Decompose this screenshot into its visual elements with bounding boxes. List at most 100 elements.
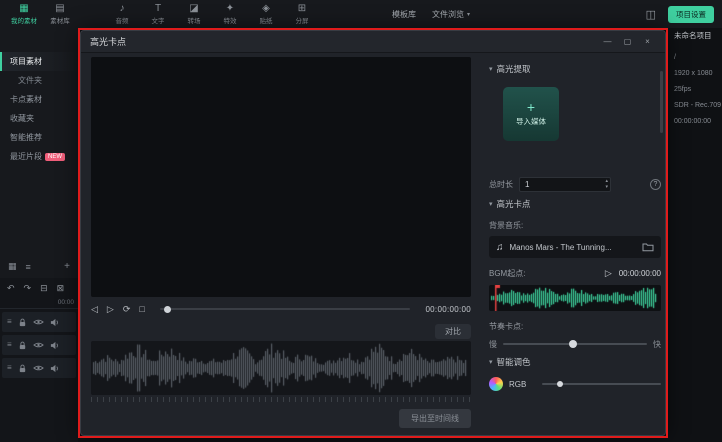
color-slider-handle[interactable]	[557, 381, 563, 387]
timeline-panel: ↶ ↷ ⊟ ⊠ 00:00 ≡ ≡ ≡	[0, 278, 78, 442]
delete-icon[interactable]: ⊠	[57, 283, 65, 294]
project-settings-button[interactable]: 项目设置	[668, 6, 714, 23]
layout-icon[interactable]: ◫	[646, 8, 656, 21]
section-highlight-extract[interactable]: ▾ 高光提取	[489, 63, 661, 75]
tab-stickers[interactable]: ◈ 贴纸	[248, 0, 284, 28]
section-highlight-beat[interactable]: ▾ 高光卡点	[489, 198, 661, 210]
color-mode-label: RGB	[509, 380, 526, 389]
top-toolbar: ▦ 我的素材 ▤ 素材库 ♪ 音频 T 文字 ◪ 转场 ✦ 特效	[0, 0, 722, 28]
playhead-slider[interactable]	[160, 308, 411, 310]
drag-handle-icon[interactable]: ≡	[7, 364, 12, 372]
duration-label: 总时长	[489, 179, 513, 190]
section-smart-color[interactable]: ▾ 智能调色	[489, 356, 661, 368]
player-timecode: 00:00:00:00	[425, 305, 471, 314]
project-framerate: 25fps	[674, 82, 722, 98]
browse-folder-icon[interactable]	[642, 242, 654, 252]
sidebar-item-smart-recommend[interactable]: 智能推荐	[0, 128, 78, 147]
duration-input[interactable]	[519, 177, 611, 192]
chevron-down-icon: ▾	[467, 11, 470, 18]
step-down-icon[interactable]: ▾	[605, 184, 608, 190]
tab-transitions[interactable]: ◪ 转场	[176, 0, 212, 28]
speaker-icon[interactable]	[50, 341, 59, 350]
topbar-right: ◫ 项目设置	[646, 0, 714, 28]
sidebar-item-recent-clips[interactable]: 最近片段 NEW	[0, 147, 78, 166]
loop-icon[interactable]: ⟳	[123, 304, 131, 315]
drag-handle-icon[interactable]: ≡	[7, 318, 12, 326]
import-media-button[interactable]: + 导入媒体	[503, 87, 559, 141]
tab-my-media[interactable]: ▦ 我的素材	[6, 0, 42, 28]
lock-icon[interactable]	[18, 318, 27, 327]
duration-row: 总时长 ▴ ▾ ?	[489, 177, 661, 192]
list-view-icon[interactable]: ≡	[26, 262, 31, 272]
play-icon[interactable]: ▷	[107, 304, 114, 315]
menu-templates[interactable]: 模板库	[392, 9, 416, 20]
bgm-start-label: BGM起点:	[489, 268, 525, 279]
timeline-toolbar: ↶ ↷ ⊟ ⊠	[0, 278, 78, 297]
library-icon: ▤	[55, 3, 64, 14]
bgm-track-row[interactable]: ♫ Manos Mars - The Tunning...	[489, 236, 661, 258]
project-colorspace: SDR - Rec.709	[674, 98, 722, 114]
playhead-handle[interactable]	[164, 306, 171, 313]
color-intensity-slider[interactable]	[542, 383, 661, 385]
beat-slider-handle[interactable]	[569, 340, 577, 348]
tab-text[interactable]: T 文字	[140, 0, 176, 28]
dialog-settings-column: ▾ 高光提取 + 导入媒体 总时长 ▴ ▾ ?	[489, 57, 661, 392]
color-mode-row[interactable]: RGB	[489, 376, 661, 392]
lock-icon[interactable]	[18, 341, 27, 350]
help-icon[interactable]: ?	[650, 179, 661, 190]
speaker-icon[interactable]	[50, 364, 59, 373]
sidebar-item-favorites[interactable]: 收藏夹	[0, 109, 78, 128]
close-button[interactable]: ×	[639, 34, 656, 49]
import-plus-icon[interactable]: +	[64, 261, 70, 272]
media-nav: ▦ 我的素材 ▤ 素材库 ♪ 音频 T 文字 ◪ 转场 ✦ 特效	[0, 0, 320, 28]
sidebar-item-project-media[interactable]: 项目素材	[0, 52, 78, 71]
text-icon: T	[155, 3, 161, 14]
track-header-3: ≡	[2, 358, 76, 378]
track-header-1: ≡	[2, 312, 76, 332]
timeline-ruler[interactable]: 00:00	[0, 297, 78, 309]
tab-split-screen[interactable]: ⊞ 分屏	[284, 0, 320, 28]
beat-density-slider[interactable]	[503, 343, 647, 345]
eye-icon[interactable]	[33, 318, 44, 326]
sidebar-item-beat-media[interactable]: 卡点素材	[0, 90, 78, 109]
cut-icon[interactable]: ⊟	[40, 283, 48, 294]
bgm-play-icon[interactable]: ▷	[605, 268, 612, 279]
project-title: 未命名项目	[674, 30, 722, 41]
tab-stock-media[interactable]: ▤ 素材库	[42, 0, 78, 28]
beat-label: 节奏卡点:	[489, 321, 661, 332]
player-controls: ◁ ▷ ⟳ □ 00:00:00:00	[91, 301, 471, 317]
compare-button[interactable]: 对比	[435, 324, 471, 339]
export-to-timeline-button[interactable]: 导出至时间线	[399, 409, 471, 428]
collapse-icon: ▾	[489, 358, 493, 366]
eye-icon[interactable]	[33, 341, 44, 349]
menu-file-browser[interactable]: 文件浏览 ▾	[432, 9, 470, 20]
minimize-button[interactable]: —	[599, 34, 616, 49]
result-waveform-canvas[interactable]	[91, 341, 469, 395]
grid-view-icon[interactable]: ▦	[8, 261, 17, 272]
redo-icon[interactable]: ↷	[24, 283, 32, 294]
sidebar-item-folder[interactable]: 文件夹	[0, 71, 78, 90]
bgm-label: 背景音乐:	[489, 220, 661, 231]
lock-icon[interactable]	[18, 364, 27, 373]
tab-effects[interactable]: ✦ 特效	[212, 0, 248, 28]
duration-steppers: ▴ ▾	[605, 178, 608, 190]
project-resolution: 1920 x 1080	[674, 66, 722, 82]
collapse-icon: ▾	[489, 65, 493, 73]
tab-audio[interactable]: ♪ 音频	[104, 0, 140, 28]
project-duration: 00:00:00:00	[674, 114, 722, 130]
maximize-button[interactable]: ▢	[619, 34, 636, 49]
media-icon: ▦	[19, 3, 28, 14]
stop-icon[interactable]: □	[139, 304, 144, 314]
drag-handle-icon[interactable]: ≡	[7, 341, 12, 349]
project-path: /	[674, 50, 722, 66]
eye-icon[interactable]	[33, 364, 44, 372]
result-waveform[interactable]	[91, 341, 471, 395]
speaker-icon[interactable]	[50, 318, 59, 327]
new-badge: NEW	[45, 153, 65, 161]
bgm-waveform-canvas[interactable]	[489, 285, 659, 311]
bgm-waveform[interactable]	[489, 285, 661, 311]
window-controls: — ▢ ×	[599, 34, 656, 49]
undo-icon[interactable]: ↶	[7, 283, 15, 294]
panel-scrollbar[interactable]	[660, 71, 663, 133]
prev-frame-icon[interactable]: ◁	[91, 304, 98, 315]
